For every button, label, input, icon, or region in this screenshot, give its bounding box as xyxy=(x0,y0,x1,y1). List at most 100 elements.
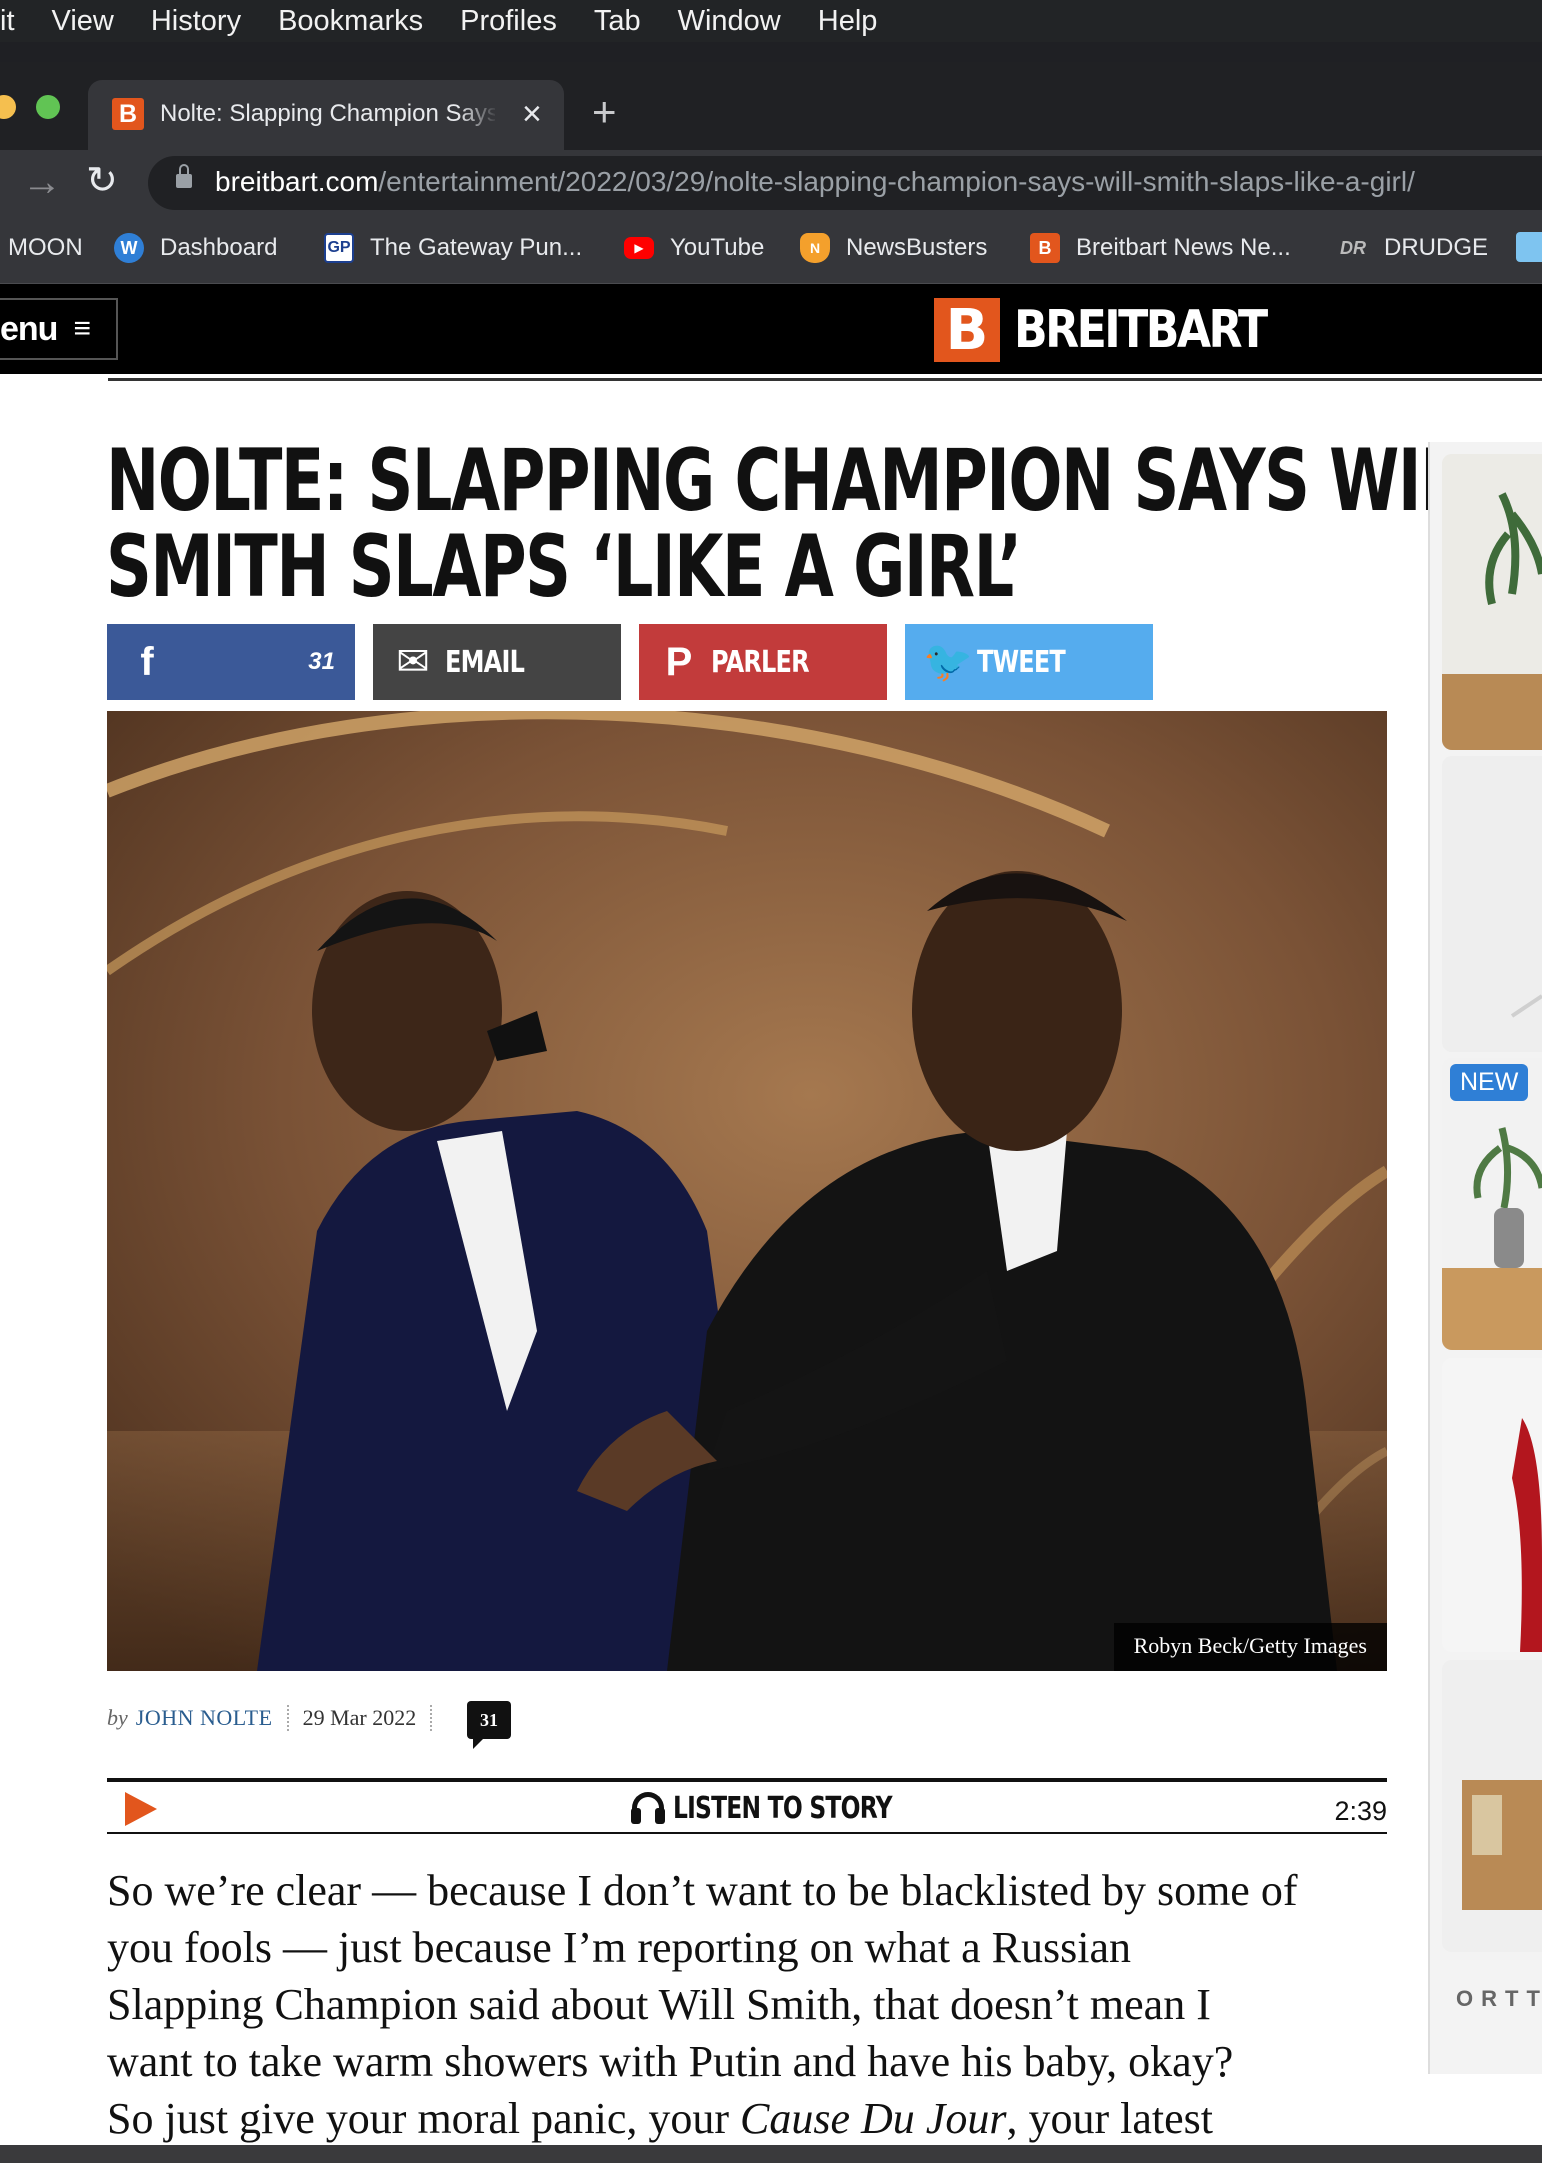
ad-tile[interactable] xyxy=(1442,1660,1542,1952)
twitter-bird-icon: 🐦 xyxy=(923,640,973,684)
play-icon[interactable] xyxy=(125,1792,157,1826)
reload-icon[interactable]: ↻ xyxy=(86,158,118,204)
bookmark-dashboard[interactable]: W Dashboard xyxy=(114,230,277,266)
forward-icon[interactable]: → xyxy=(22,160,62,204)
new-tab-button[interactable]: + xyxy=(592,90,617,134)
macos-menu-bar: it View History Bookmarks Profiles Tab W… xyxy=(0,0,1542,42)
browser-tab-active[interactable]: B Nolte: Slapping Champion Says Will Smi… xyxy=(88,80,564,150)
menu-label: enu xyxy=(0,309,58,348)
article-hero-image[interactable]: Robyn Beck/Getty Images xyxy=(107,711,1387,1671)
window-top-edge xyxy=(0,42,1542,62)
lock-icon[interactable] xyxy=(176,164,192,190)
menu-profiles[interactable]: Profiles xyxy=(460,5,557,38)
bookmark-label: The Gateway Pun... xyxy=(370,234,583,261)
bookmark-breitbart[interactable]: B Breitbart News Ne... xyxy=(1030,230,1291,266)
bookmark-label: DRUDGE xyxy=(1384,234,1489,261)
gateway-pundit-icon: GP xyxy=(324,233,354,263)
ad-tile[interactable] xyxy=(1442,454,1542,750)
tab-title-fade xyxy=(458,90,498,140)
youtube-icon: ▶ xyxy=(624,237,654,259)
parler-icon: P xyxy=(665,640,693,684)
byline-prefix: by xyxy=(107,1705,128,1730)
hamburger-icon: ≡ xyxy=(73,312,90,345)
site-header xyxy=(0,284,1542,374)
ad-tile[interactable] xyxy=(1442,756,1542,1052)
bookmark-newsbusters[interactable]: N NewsBusters xyxy=(800,230,987,266)
menu-tab[interactable]: Tab xyxy=(594,5,641,38)
ad-image-wall xyxy=(1442,756,1542,1052)
hero-photo-illustration xyxy=(107,711,1387,1671)
ad-image-red-dress xyxy=(1442,1358,1542,1652)
breitbart-logo[interactable]: B BREITBART xyxy=(934,298,1310,363)
menu-window[interactable]: Window xyxy=(678,5,781,38)
body-line: Slapping Champion said about Will Smith,… xyxy=(107,1980,1211,2029)
byline-divider xyxy=(430,1705,433,1731)
body-line: So just give your moral panic, your Caus… xyxy=(107,2090,1397,2147)
comment-count-badge[interactable]: 31 xyxy=(467,1701,511,1749)
headline-line: NOLTE: SLAPPING CHAMPION SAYS WILL xyxy=(106,431,1500,531)
twitter-share-button[interactable]: 🐦 TWEET xyxy=(905,624,1153,700)
menu-bookmarks[interactable]: Bookmarks xyxy=(278,5,423,38)
audio-duration: 2:39 xyxy=(1334,1796,1387,1826)
bookmark-drudge[interactable]: DR DRUDGE xyxy=(1338,230,1488,266)
publish-date: 29 Mar 2022 xyxy=(302,1705,417,1730)
envelope-icon: ✉ xyxy=(396,640,430,684)
body-text-fragment: So just give your moral panic, your xyxy=(107,2094,741,2143)
menu-edit[interactable]: it xyxy=(0,5,15,38)
listen-to-story-label[interactable]: LISTEN TO STORY xyxy=(629,1790,954,1826)
facebook-icon: f xyxy=(140,640,154,684)
breitbart-icon: B xyxy=(1030,233,1060,263)
body-line: want to take warm showers with Putin and… xyxy=(107,2037,1234,2086)
author-link[interactable]: JOHN NOLTE xyxy=(136,1705,273,1731)
menu-history[interactable]: History xyxy=(151,5,241,38)
bookmark-moon[interactable]: MOON xyxy=(8,230,83,266)
body-line: So we’re clear — because I don’t want to… xyxy=(107,1866,1298,1915)
breitbart-logo-icon: B xyxy=(934,298,1000,363)
body-line: you fools — just because I’m reporting o… xyxy=(107,1923,1132,1972)
bookmark-gateway-pundit[interactable]: GP The Gateway Pun... xyxy=(324,230,582,266)
bookmark-label: Breitbart News Ne... xyxy=(1076,234,1291,261)
drudge-icon: DR xyxy=(1340,237,1366,258)
headphones-icon xyxy=(629,1790,667,1826)
share-label: TWEET xyxy=(977,644,1066,680)
ad-tile[interactable] xyxy=(1442,1358,1542,1652)
tab-title: Nolte: Slapping Champion Says Will Smith… xyxy=(160,100,495,127)
article-byline: by JOHN NOLTE 29 Mar 2022 xyxy=(107,1702,446,1734)
bookmark-label: MOON xyxy=(8,234,83,261)
parler-share-button[interactable]: P PARLER xyxy=(639,624,887,700)
listen-label: LISTEN TO STORY xyxy=(673,1790,893,1826)
menu-help[interactable]: Help xyxy=(818,5,878,38)
close-tab-icon[interactable]: × xyxy=(522,94,542,134)
ad-image-vase xyxy=(1442,1058,1542,1350)
image-credit: Robyn Beck/Getty Images xyxy=(1113,1623,1387,1671)
share-label: EMAIL xyxy=(445,644,525,680)
header-divider xyxy=(108,378,1542,381)
newsbusters-icon: N xyxy=(800,233,830,263)
macos-dock-edge xyxy=(0,2145,1542,2163)
site-menu-button[interactable]: enu ≡ xyxy=(0,298,118,360)
url-host: breitbart.com xyxy=(215,166,379,197)
brand-name: BREITBART xyxy=(1014,300,1268,360)
headline-line: SMITH SLAPS ‘LIKE A GIRL’ xyxy=(106,517,1022,617)
wordpress-icon: W xyxy=(114,233,144,263)
facebook-share-count: 31 xyxy=(308,648,335,675)
article-headline: NOLTE: SLAPPING CHAMPION SAYS WILL SMITH… xyxy=(106,431,1500,617)
zoom-window-button[interactable] xyxy=(36,95,60,119)
bookmark-overflow-icon[interactable] xyxy=(1516,232,1542,262)
ad-brand-fragment: ORTT xyxy=(1456,1986,1542,2011)
bookmark-youtube[interactable]: ▶ YouTube xyxy=(624,230,764,266)
share-label: PARLER xyxy=(711,644,810,680)
new-badge: NEW xyxy=(1450,1064,1529,1101)
bookmark-label: NewsBusters xyxy=(846,234,988,261)
ad-image-cabinet xyxy=(1442,1660,1542,1952)
address-bar-url[interactable]: breitbart.com/entertainment/2022/03/29/n… xyxy=(215,166,1415,198)
menu-view[interactable]: View xyxy=(52,5,114,38)
breitbart-favicon-icon: B xyxy=(112,98,144,130)
url-path: /entertainment/2022/03/29/nolte-slapping… xyxy=(378,166,1415,197)
ad-tile[interactable] xyxy=(1442,1058,1542,1350)
article-body: So we’re clear — because I don’t want to… xyxy=(107,1862,1397,2147)
email-share-button[interactable]: ✉ EMAIL xyxy=(373,624,621,700)
bookmark-label: YouTube xyxy=(670,234,765,261)
body-text-fragment: , your latest xyxy=(1006,2094,1213,2143)
facebook-share-button[interactable]: f 31 xyxy=(107,624,355,700)
